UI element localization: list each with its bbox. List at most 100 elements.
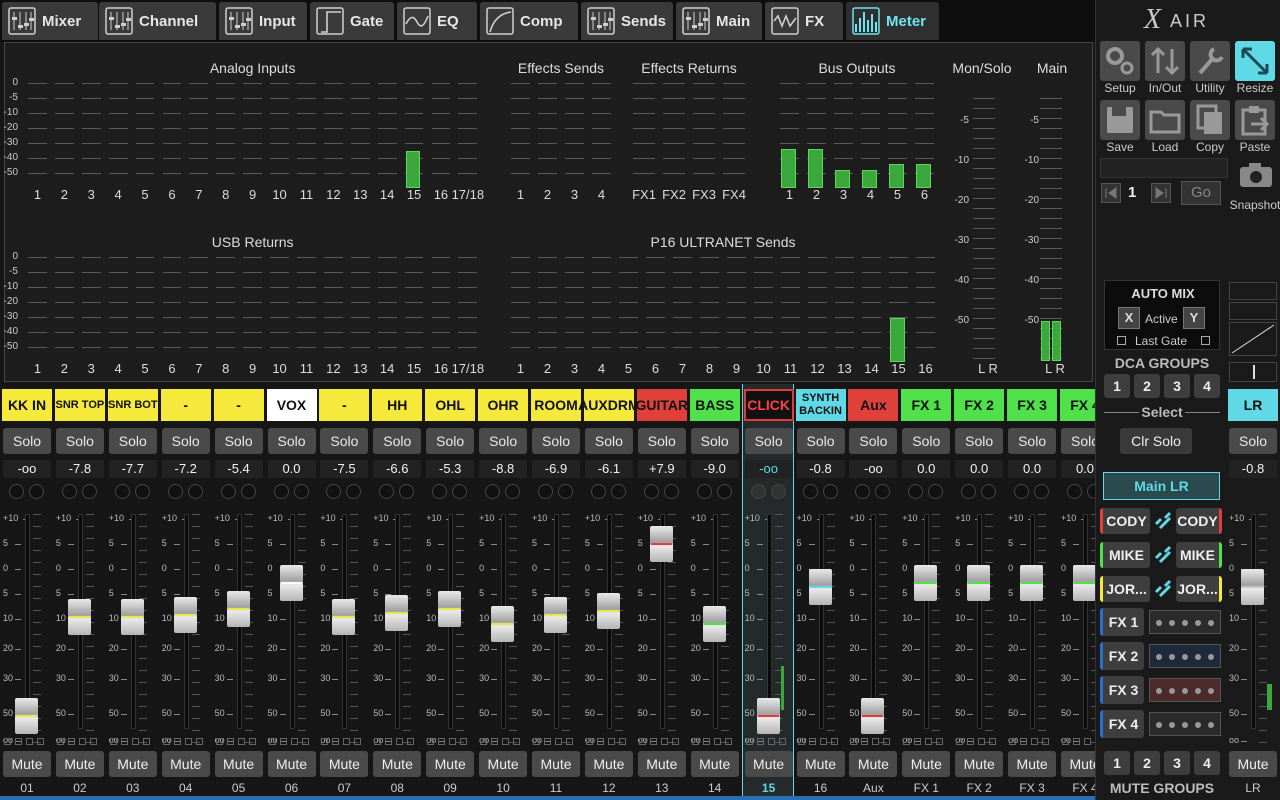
fader-knob[interactable] (596, 592, 620, 629)
link-left-button[interactable]: CODY (1100, 508, 1150, 534)
fx-slot-button[interactable]: FX 4 (1100, 710, 1144, 738)
fader-knob[interactable] (967, 564, 991, 601)
fx-rack-thumbnail[interactable] (1149, 678, 1221, 702)
tab-main[interactable]: Main (676, 2, 762, 40)
channel-name[interactable]: GUITAR (635, 389, 688, 421)
clr-solo-button[interactable]: Clr Solo (1120, 428, 1192, 454)
save-button[interactable] (1100, 100, 1140, 140)
solo-button[interactable]: Solo (902, 428, 951, 454)
link-icon[interactable] (1151, 543, 1175, 567)
dca-group-button[interactable]: 4 (1194, 374, 1220, 398)
fader-track[interactable] (289, 514, 295, 729)
fader-track[interactable] (766, 514, 772, 729)
go-button[interactable]: Go (1181, 181, 1221, 205)
mute-button[interactable]: Mute (161, 751, 210, 777)
channel-name[interactable]: FX 3 (1007, 389, 1058, 421)
dca-group-button[interactable]: 1 (1104, 374, 1130, 398)
mute-button[interactable]: Mute (532, 751, 580, 777)
link-left-button[interactable]: MIKE (1100, 542, 1150, 568)
mute-button[interactable]: Mute (108, 751, 157, 777)
fader-track[interactable] (924, 514, 930, 729)
mute-button[interactable]: Mute (55, 751, 104, 777)
fader-knob[interactable] (385, 594, 409, 631)
mute-group-button[interactable]: 3 (1164, 751, 1190, 775)
main-lr-button[interactable]: Main LR (1103, 472, 1220, 500)
fader-knob[interactable] (1020, 564, 1044, 601)
solo-button[interactable]: Solo (426, 428, 475, 454)
mute-button[interactable]: Mute (426, 751, 475, 777)
channel-name[interactable]: CLICK (743, 389, 794, 421)
fader-track[interactable] (818, 514, 824, 729)
fader-knob[interactable] (15, 698, 38, 735)
channel-name[interactable]: OHR (478, 389, 529, 421)
channel-name[interactable]: KK IN (2, 389, 52, 421)
bottom-scrollbar[interactable] (0, 796, 1095, 800)
mute-button[interactable]: Mute (796, 751, 845, 777)
resize-button[interactable] (1235, 41, 1275, 81)
mute-button[interactable]: Mute (902, 751, 951, 777)
solo-button[interactable]: Solo (532, 428, 580, 454)
tab-eq[interactable]: EQ (397, 2, 477, 40)
solo-button[interactable]: Solo (584, 428, 633, 454)
automix-y-button[interactable]: Y (1183, 307, 1205, 329)
link-icon[interactable] (1151, 577, 1175, 601)
tab-sends[interactable]: Sends (581, 2, 673, 40)
solo-button[interactable]: Solo (1008, 428, 1057, 454)
snapshot-prev-button[interactable] (1101, 183, 1121, 203)
mute-group-button[interactable]: 4 (1194, 751, 1220, 775)
channel-name[interactable]: LR (1228, 389, 1278, 421)
mute-button[interactable]: Mute (214, 751, 263, 777)
fader-knob[interactable] (173, 597, 197, 634)
fader-knob[interactable] (491, 605, 515, 642)
channel-name[interactable]: FX 1 (901, 389, 952, 421)
mute-button[interactable]: Mute (744, 751, 793, 777)
fader-track[interactable] (1030, 514, 1036, 729)
solo-button[interactable]: Solo (373, 428, 422, 454)
fader-track[interactable] (25, 514, 30, 729)
load-button[interactable] (1145, 100, 1185, 140)
paste-button[interactable] (1235, 100, 1275, 140)
solo-button[interactable]: Solo (161, 428, 210, 454)
dca-group-button[interactable]: 3 (1164, 374, 1190, 398)
mute-button[interactable]: Mute (584, 751, 633, 777)
solo-button[interactable]: Solo (479, 428, 528, 454)
tab-meter[interactable]: Meter (846, 2, 939, 40)
channel-name[interactable]: FX 2 (954, 389, 1005, 421)
channel-name[interactable]: ROOM (531, 389, 581, 421)
channel-name[interactable]: VOX (266, 389, 317, 421)
fx-rack-thumbnail[interactable] (1149, 644, 1221, 668)
mute-button[interactable]: Mute (267, 751, 316, 777)
solo-button[interactable]: Solo (55, 428, 104, 454)
solo-button[interactable]: Solo (690, 428, 739, 454)
snapshot-name-field[interactable] (1100, 158, 1228, 178)
automix-x-button[interactable]: X (1118, 307, 1140, 329)
fx-slot-button[interactable]: FX 3 (1100, 676, 1144, 704)
fader-knob[interactable] (808, 569, 832, 606)
mute-button[interactable]: Mute (690, 751, 739, 777)
solo-button[interactable]: Solo (3, 428, 51, 454)
fx-slot-button[interactable]: FX 1 (1100, 608, 1144, 636)
channel-name[interactable]: SNR TOP (54, 389, 105, 421)
fader-knob[interactable] (914, 564, 938, 601)
channel-name[interactable]: OHL (425, 389, 476, 421)
mute-group-button[interactable]: 2 (1134, 751, 1160, 775)
link-left-button[interactable]: JOR... (1100, 576, 1150, 602)
dca-group-button[interactable]: 2 (1134, 374, 1160, 398)
fader-knob[interactable] (438, 590, 462, 627)
solo-button[interactable]: Solo (1229, 428, 1277, 454)
solo-button[interactable]: Solo (796, 428, 845, 454)
solo-button[interactable]: Solo (744, 428, 793, 454)
link-right-button[interactable]: JOR... (1176, 576, 1222, 602)
utility-button[interactable] (1190, 41, 1230, 81)
solo-button[interactable]: Solo (637, 428, 686, 454)
solo-button[interactable]: Solo (214, 428, 263, 454)
fader-knob[interactable] (702, 605, 726, 642)
tab-channel[interactable]: Channel (99, 2, 216, 40)
fader-knob[interactable] (226, 590, 250, 627)
tab-gate[interactable]: Gate (310, 2, 394, 40)
solo-button[interactable]: Solo (849, 428, 898, 454)
fader-knob[interactable] (756, 698, 780, 735)
fader-knob[interactable] (544, 597, 567, 634)
snapshot-next-button[interactable] (1151, 183, 1171, 203)
last-gate-checkbox[interactable] (1117, 336, 1126, 345)
